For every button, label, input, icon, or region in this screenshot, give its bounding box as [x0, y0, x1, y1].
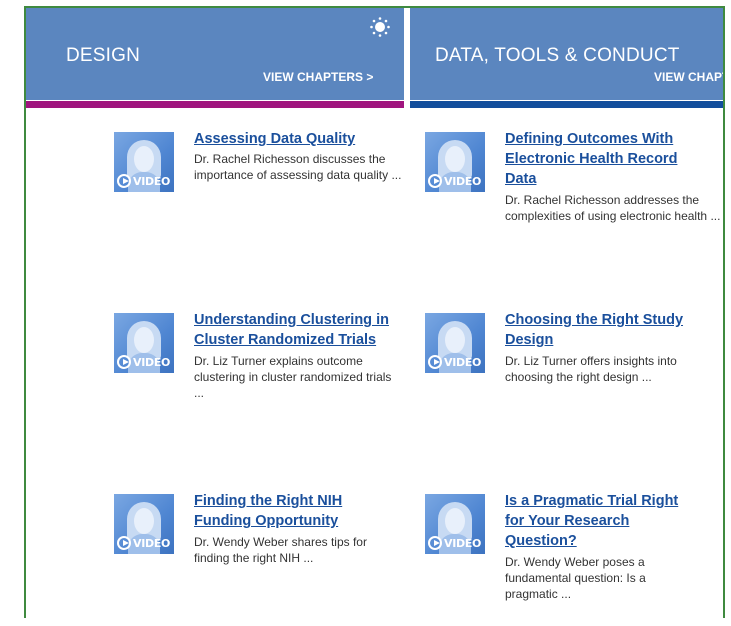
video-description: Dr. Liz Turner offers insights into choo…	[505, 354, 677, 384]
video-label: VIDEO	[444, 175, 482, 188]
play-circle-icon	[117, 536, 131, 550]
video-title-link[interactable]: Assessing Data Quality	[194, 129, 408, 149]
video-thumbnail[interactable]: VIDEO	[425, 313, 485, 373]
video-thumbnail[interactable]: VIDEO	[425, 132, 485, 192]
video-title-link[interactable]: Finding the Right NIH Funding Opportunit…	[194, 491, 374, 531]
chapter-header: DESIGN VIEW CHAPTERS > DATA, TOOLS & CON…	[26, 8, 723, 108]
video-label: VIDEO	[444, 537, 482, 550]
video-description: Dr. Rachel Richesson discusses the impor…	[194, 152, 402, 182]
play-circle-icon	[428, 536, 442, 550]
design-title: DESIGN	[66, 45, 141, 66]
video-thumbnail[interactable]: VIDEO	[114, 132, 174, 192]
view-chapters-link-2[interactable]: VIEW CHAPT	[654, 70, 723, 84]
video-title-link[interactable]: Is a Pragmatic Trial Right for Your Rese…	[505, 491, 700, 551]
video-title-link[interactable]: Understanding Clustering in Cluster Rand…	[194, 310, 408, 350]
play-circle-icon	[117, 355, 131, 369]
video-title-link[interactable]: Choosing the Right Study Design	[505, 310, 705, 350]
design-accent-bar	[26, 101, 404, 108]
view-chapters-link[interactable]: VIEW CHAPTERS >	[263, 70, 373, 84]
video-thumbnail[interactable]: VIDEO	[114, 313, 174, 373]
content-frame: DESIGN VIEW CHAPTERS > DATA, TOOLS & CON…	[24, 6, 725, 618]
video-label: VIDEO	[133, 175, 171, 188]
data-tools-panel[interactable]: DATA, TOOLS & CONDUCT VIEW CHAPT	[410, 8, 723, 108]
video-description: Dr. Wendy Weber poses a fundamental ques…	[505, 555, 646, 601]
play-circle-icon	[117, 174, 131, 188]
video-label: VIDEO	[444, 356, 482, 369]
data-tools-accent-bar	[410, 101, 723, 108]
video-thumbnail[interactable]: VIDEO	[425, 494, 485, 554]
video-description: Dr. Liz Turner explains outcome clusteri…	[194, 354, 392, 400]
data-tools-title: DATA, TOOLS & CONDUCT	[435, 45, 680, 66]
video-label: VIDEO	[133, 356, 171, 369]
play-circle-icon	[428, 355, 442, 369]
video-description: Dr. Rachel Richesson addresses the compl…	[505, 193, 721, 223]
video-title-link[interactable]: Defining Outcomes With Electronic Health…	[505, 129, 705, 189]
video-label: VIDEO	[133, 537, 171, 550]
play-circle-icon	[428, 174, 442, 188]
video-thumbnail[interactable]: VIDEO	[114, 494, 174, 554]
video-description: Dr. Wendy Weber shares tips for finding …	[194, 535, 367, 565]
sun-icon[interactable]	[370, 17, 390, 37]
design-panel[interactable]: DESIGN VIEW CHAPTERS >	[26, 8, 404, 108]
